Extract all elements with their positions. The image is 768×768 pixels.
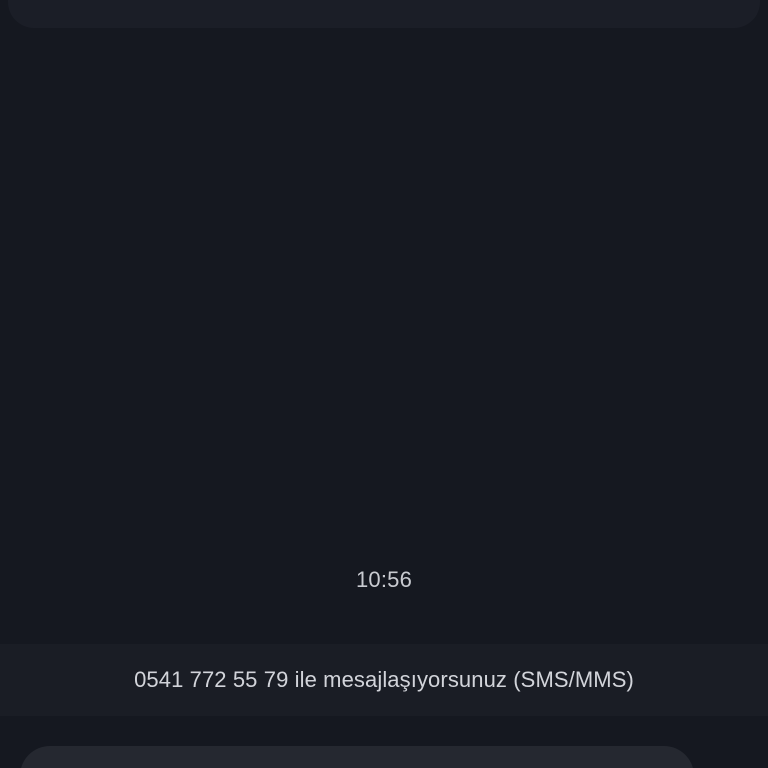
message-compose-field[interactable] [20,746,694,768]
conversation-info-text: 0541 772 55 79 ile mesajlaşıyorsunuz (SM… [134,667,634,692]
conversation-info-banner: 0541 772 55 79 ile mesajlaşıyorsunuz (SM… [0,644,768,716]
messaging-screen: 10:56 0541 772 55 79 ile mesajlaşıyorsun… [0,0,768,768]
message-list[interactable] [0,28,768,644]
message-timestamp: 10:56 [355,567,413,592]
top-app-bar [8,0,760,28]
